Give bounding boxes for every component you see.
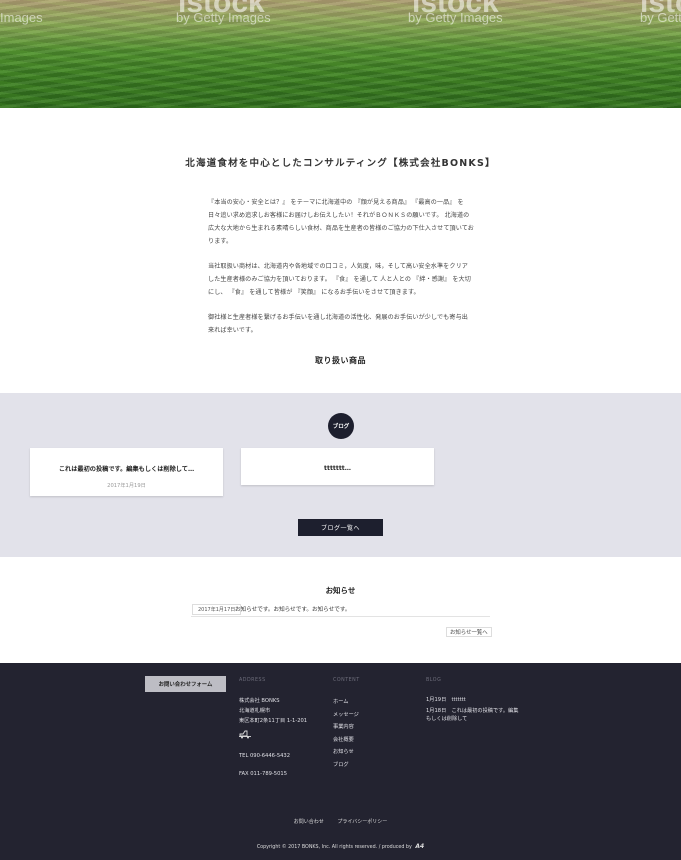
intro-text: 『本当の安心・安全とは？』 をテーマに北海道中の 『顔が見える商品』 『最高の一…	[208, 196, 474, 349]
fax-number: FAX 011-789-5015	[239, 771, 288, 777]
footer-heading: BLOG	[426, 678, 442, 683]
footer-link-home[interactable]: ホーム	[333, 696, 360, 709]
products-heading: 取り扱い商品	[315, 356, 366, 365]
watermark-text: by Getty Images	[408, 10, 503, 25]
footer-link-business[interactable]: 事業内容	[333, 721, 360, 734]
footer-link-privacy[interactable]: プライバシーポリシー	[337, 819, 387, 825]
footer: お問い合わせフォーム ADDRESS 株式会社 BONKS 北海道札幌市 東区本…	[0, 663, 681, 860]
watermark-text: by Getty	[640, 10, 681, 25]
blog-card-title: これは最初の投稿です。編集もしくは削除して…	[58, 466, 195, 473]
blog-section: ブログ これは最初の投稿です。編集もしくは削除して… 2017年1月19日 tt…	[0, 393, 681, 557]
footer-content-nav: CONTENT ホーム メッセージ 事業内容 会社概要 お知らせ ブログ	[333, 678, 360, 771]
blog-card[interactable]: これは最初の投稿です。編集もしくは削除して… 2017年1月19日	[30, 448, 223, 496]
intro-paragraph: 『本当の安心・安全とは？』 をテーマに北海道中の 『顔が見える商品』 『最高の一…	[208, 199, 474, 245]
footer-heading: CONTENT	[333, 678, 360, 683]
blog-card[interactable]: ttttttt…	[241, 448, 434, 485]
blog-card-title: ttttttt…	[324, 465, 351, 472]
company-name: 株式会社 BONKS	[239, 698, 280, 704]
news-heading: お知らせ	[325, 586, 356, 595]
footer-address: ADDRESS 株式会社 BONKS 北海道札幌市 東区本町2条11丁目 1-1…	[239, 678, 307, 779]
watermark-text: Images	[0, 10, 43, 25]
copyright-text: Copyright © 2017 BONKS, Inc. All rights …	[256, 845, 412, 850]
footer-heading: ADDRESS	[239, 678, 266, 683]
phone-number: TEL 090-6446-5432	[239, 753, 291, 759]
footer-blog: BLOG 1月19日 ttttttt 1月18日 これは最初の投稿です。編集もし…	[426, 678, 521, 726]
news-list-button[interactable]: お知らせ一覧へ	[446, 627, 492, 637]
blog-badge: ブログ	[328, 413, 354, 439]
producer-logo[interactable]: A4	[415, 843, 424, 850]
footer-links: お問い合わせ プライバシーポリシー	[0, 818, 681, 825]
footer-link-news[interactable]: お知らせ	[333, 746, 360, 759]
footer-link-blog[interactable]: ブログ	[333, 759, 360, 772]
footer-link-company[interactable]: 会社概要	[333, 734, 360, 747]
footer-link-message[interactable]: メッセージ	[333, 709, 360, 722]
footer-link-contact[interactable]: お問い合わせ	[294, 819, 324, 825]
hero-image: Images istock by Getty Images istock by …	[0, 0, 681, 108]
blog-list-button[interactable]: ブログ一覧へ	[298, 519, 383, 536]
blog-card-date: 2017年1月19日	[107, 483, 146, 489]
contact-form-button[interactable]: お問い合わせフォーム	[145, 676, 226, 692]
news-date: 2017年1月17日	[192, 604, 242, 615]
watermark-text: by Getty Images	[176, 10, 271, 25]
truck-icon	[239, 730, 251, 739]
address-city: 北海道札幌市	[239, 708, 271, 714]
intro-paragraph: 御社様と生産者様を繋げるお手伝いを通し北海道の活性化、発展のお手伝いが少しでも寄…	[208, 314, 468, 334]
news-text: お知らせです。お知らせです。お知らせです。	[235, 607, 351, 613]
footer-blog-item[interactable]: 1月18日 これは最初の投稿です。編集もしくは削除して	[426, 707, 521, 723]
intro-paragraph: 当社取扱い商材は、北海道内や各地域での口コミ，人気度，味，そして高い安全水準をク…	[208, 263, 471, 296]
footer-blog-item[interactable]: 1月19日 ttttttt	[426, 696, 521, 704]
address-street: 東区本町2条11丁目 1-1-201	[239, 718, 308, 724]
page-title: 北海道食材を中心としたコンサルティング【株式会社BONKS】	[185, 158, 496, 169]
news-item[interactable]: 2017年1月17日 お知らせです。お知らせです。お知らせです。	[191, 603, 490, 617]
copyright: Copyright © 2017 BONKS, Inc. All rights …	[0, 843, 681, 850]
